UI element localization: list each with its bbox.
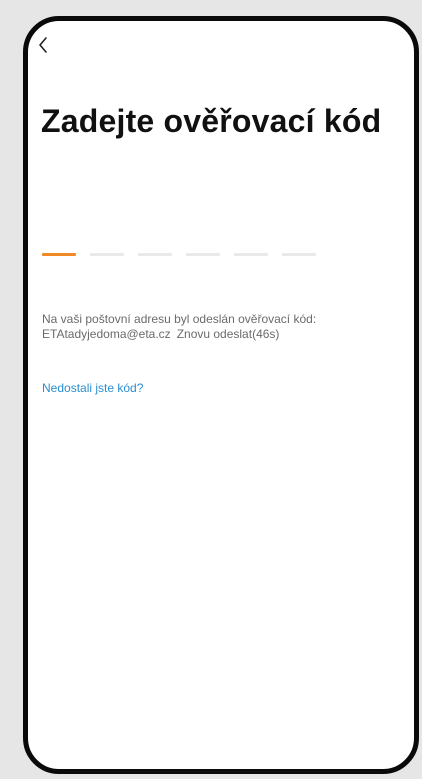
code-slot-active[interactable] xyxy=(42,253,76,256)
no-code-link[interactable]: Nedostali jste kód? xyxy=(42,381,143,395)
back-button[interactable] xyxy=(33,33,53,57)
email-address: ETAtadyjedoma@eta.cz xyxy=(42,327,171,341)
code-slot[interactable] xyxy=(282,253,316,256)
verification-code-input[interactable] xyxy=(42,253,316,256)
info-text: Na vaši poštovní adresu byl odeslán ověř… xyxy=(42,312,402,342)
info-second-line: ETAtadyjedoma@eta.cz Znovu odeslat(46s) xyxy=(42,327,402,342)
code-slot[interactable] xyxy=(90,253,124,256)
code-slot[interactable] xyxy=(234,253,268,256)
phone-frame: Zadejte ověřovací kód Na vaši poštovní a… xyxy=(23,16,419,774)
resend-button[interactable]: Znovu odeslat(46s) xyxy=(177,327,280,341)
info-message: Na vaši poštovní adresu byl odeslán ověř… xyxy=(42,312,317,326)
code-slot[interactable] xyxy=(138,253,172,256)
code-slot[interactable] xyxy=(186,253,220,256)
page-title: Zadejte ověřovací kód xyxy=(41,103,382,139)
chevron-left-icon xyxy=(39,37,47,53)
